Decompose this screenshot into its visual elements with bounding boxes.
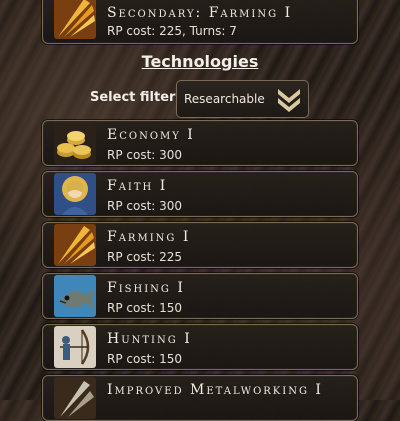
current-research-detail: RP cost: 225, Turns: 7	[107, 24, 237, 38]
tech-item-economy[interactable]: Economy I RP cost: 300	[42, 120, 358, 166]
filter-label: Select filter:	[90, 90, 181, 105]
wheat-icon	[54, 0, 96, 39]
tech-item-name: Farming I	[107, 229, 191, 245]
tech-item-name: Fishing I	[107, 280, 185, 296]
current-research-panel[interactable]: Secondary: Farming I RP cost: 225, Turns…	[42, 0, 358, 44]
tech-item-cost: RP cost: 225	[107, 250, 183, 264]
metal-icon	[54, 377, 96, 419]
tech-item-cost: RP cost: 150	[107, 301, 183, 315]
tech-item-improved-metalworking[interactable]: Improved Metalworking I	[42, 375, 358, 421]
fish-icon	[54, 275, 96, 317]
archer-icon	[54, 326, 96, 368]
tech-item-name: Hunting I	[107, 331, 192, 347]
filter-value: Researchable	[184, 92, 265, 106]
tech-item-faith[interactable]: Faith I RP cost: 300	[42, 171, 358, 217]
tech-item-cost: RP cost: 150	[107, 352, 183, 366]
gold-coins-icon	[54, 122, 96, 164]
tech-item-hunting[interactable]: Hunting I RP cost: 150	[42, 324, 358, 370]
section-title: Technologies	[141, 52, 259, 71]
filter-dropdown[interactable]: Researchable	[176, 80, 309, 118]
saint-icon	[54, 173, 96, 215]
tech-item-fishing[interactable]: Fishing I RP cost: 150	[42, 273, 358, 319]
wheat-icon	[54, 224, 96, 266]
tech-item-farming[interactable]: Farming I RP cost: 225	[42, 222, 358, 268]
tech-item-cost: RP cost: 300	[107, 199, 183, 213]
current-research-title: Secondary: Farming I	[107, 5, 293, 21]
double-chevron-down-icon	[276, 85, 302, 113]
tech-item-name: Economy I	[107, 127, 195, 143]
tech-item-name: Faith I	[107, 178, 168, 194]
tech-item-name: Improved Metalworking I	[107, 382, 323, 398]
tech-item-cost: RP cost: 300	[107, 148, 183, 162]
